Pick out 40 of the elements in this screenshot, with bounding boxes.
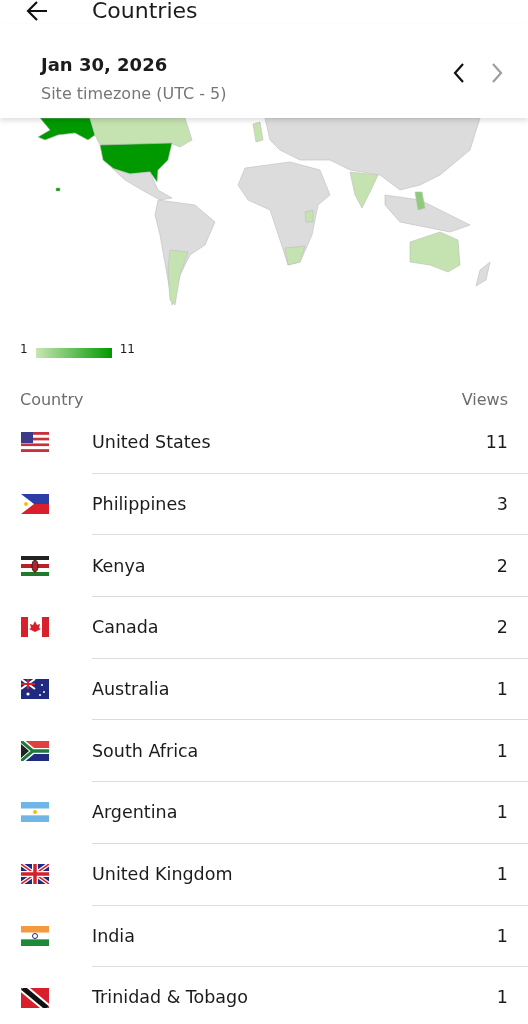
- country-name: Argentina: [92, 801, 178, 825]
- view-count: 1: [496, 677, 508, 701]
- date-label: Jan 30, 2026: [41, 54, 169, 76]
- flag-icon: [21, 555, 49, 576]
- view-count: 1: [496, 739, 508, 763]
- view-count: 3: [496, 492, 508, 516]
- flag-icon: [21, 802, 49, 823]
- country-name: South Africa: [92, 739, 199, 763]
- column-header: Country: [20, 389, 84, 411]
- chevron-right-icon: [490, 62, 504, 84]
- chevron-left-icon: [452, 62, 466, 84]
- country-name: Australia: [92, 677, 170, 701]
- flag-icon: [21, 740, 49, 761]
- view-count: 2: [496, 554, 508, 578]
- column-header: Views: [461, 389, 508, 411]
- flag-icon: [21, 925, 49, 946]
- country-name: United States: [92, 430, 211, 454]
- flag-icon: [21, 432, 49, 453]
- country-name: Canada: [92, 616, 159, 640]
- flag-icon: [21, 864, 49, 885]
- country-name: India: [92, 924, 135, 948]
- country-name: Kenya: [92, 554, 146, 578]
- legend-max-label: 11: [119, 341, 135, 358]
- flag-icon: [21, 679, 49, 700]
- view-count: 1: [496, 924, 508, 948]
- flag-icon: [21, 987, 49, 1008]
- view-count: 11: [485, 430, 508, 454]
- country-name: Philippines: [92, 492, 187, 516]
- view-count: 1: [496, 986, 508, 1010]
- legend-min-label: 1: [20, 341, 28, 358]
- screen-title: Countries: [92, 0, 198, 24]
- view-count: 2: [496, 616, 508, 640]
- flag-icon: [21, 494, 49, 515]
- country-name: Trinidad & Tobago: [92, 986, 248, 1010]
- timezone-label: Site timezone (UTC - 5): [41, 83, 227, 105]
- country-name: United Kingdom: [92, 863, 233, 887]
- view-count: 1: [496, 863, 508, 887]
- back-icon[interactable]: [25, 0, 49, 22]
- flag-icon: [21, 617, 49, 638]
- view-count: 1: [496, 801, 508, 825]
